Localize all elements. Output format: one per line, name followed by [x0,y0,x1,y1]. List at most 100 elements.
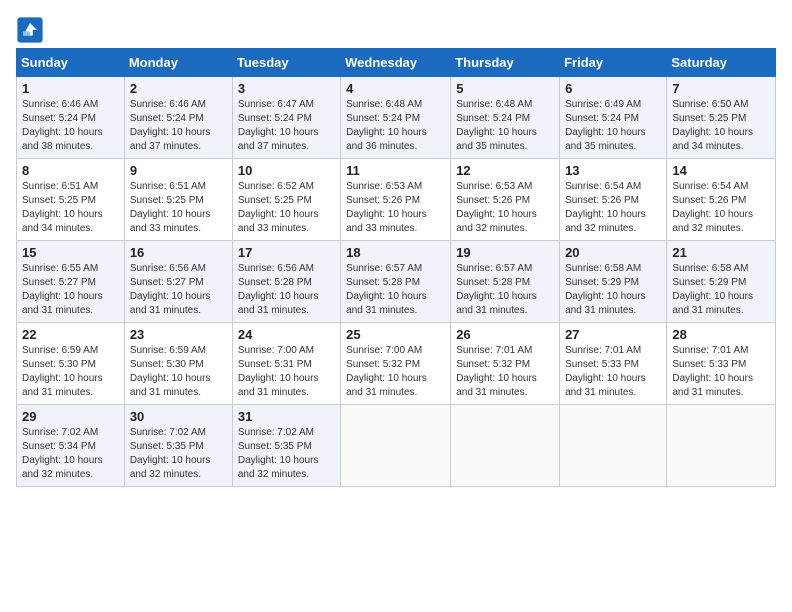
day-detail: Sunrise: 6:53 AMSunset: 5:26 PMDaylight:… [456,181,537,234]
day-number: 25 [346,327,445,342]
day-number: 10 [238,163,335,178]
day-detail: Sunrise: 6:57 AMSunset: 5:28 PMDaylight:… [346,263,427,316]
calendar-cell [451,405,560,487]
calendar-cell: 12 Sunrise: 6:53 AMSunset: 5:26 PMDayligh… [451,159,560,241]
day-number: 9 [130,163,227,178]
calendar-table: SundayMondayTuesdayWednesdayThursdayFrid… [16,48,776,487]
day-detail: Sunrise: 6:50 AMSunset: 5:25 PMDaylight:… [672,99,753,152]
calendar-day-header: Saturday [667,49,776,77]
page-header [16,16,776,44]
day-number: 6 [565,81,661,96]
calendar-day-header: Thursday [451,49,560,77]
day-detail: Sunrise: 6:46 AMSunset: 5:24 PMDaylight:… [22,99,103,152]
day-number: 8 [22,163,119,178]
day-number: 23 [130,327,227,342]
day-detail: Sunrise: 7:02 AMSunset: 5:35 PMDaylight:… [238,427,319,480]
calendar-cell: 7 Sunrise: 6:50 AMSunset: 5:25 PMDaylight… [667,77,776,159]
calendar-body: 1 Sunrise: 6:46 AMSunset: 5:24 PMDaylight… [17,77,776,487]
day-number: 29 [22,409,119,424]
day-detail: Sunrise: 6:52 AMSunset: 5:25 PMDaylight:… [238,181,319,234]
calendar-cell: 26 Sunrise: 7:01 AMSunset: 5:32 PMDayligh… [451,323,560,405]
day-number: 2 [130,81,227,96]
calendar-cell: 17 Sunrise: 6:56 AMSunset: 5:28 PMDayligh… [232,241,340,323]
day-number: 24 [238,327,335,342]
calendar-cell: 27Sunrise: 7:01 AMSunset: 5:33 PMDayligh… [560,323,667,405]
calendar-cell: 4Sunrise: 6:48 AMSunset: 5:24 PMDaylight… [341,77,451,159]
day-detail: Sunrise: 7:00 AMSunset: 5:31 PMDaylight:… [238,345,319,398]
calendar-cell: 16Sunrise: 6:56 AMSunset: 5:27 PMDayligh… [124,241,232,323]
calendar-cell: 28 Sunrise: 7:01 AMSunset: 5:33 PMDayligh… [667,323,776,405]
calendar-cell: 6Sunrise: 6:49 AMSunset: 5:24 PMDaylight… [560,77,667,159]
day-detail: Sunrise: 6:56 AMSunset: 5:28 PMDaylight:… [238,263,319,316]
day-number: 3 [238,81,335,96]
day-detail: Sunrise: 6:59 AMSunset: 5:30 PMDaylight:… [130,345,211,398]
day-detail: Sunrise: 6:59 AMSunset: 5:30 PMDaylight:… [22,345,103,398]
day-number: 19 [456,245,554,260]
day-number: 11 [346,163,445,178]
day-number: 18 [346,245,445,260]
calendar-cell: 30 Sunrise: 7:02 AMSunset: 5:35 PMDayligh… [124,405,232,487]
calendar-day-header: Wednesday [341,49,451,77]
day-detail: Sunrise: 7:01 AMSunset: 5:32 PMDaylight:… [456,345,537,398]
calendar-cell: 21Sunrise: 6:58 AMSunset: 5:29 PMDayligh… [667,241,776,323]
day-number: 20 [565,245,661,260]
calendar-cell: 18 Sunrise: 6:57 AMSunset: 5:28 PMDayligh… [341,241,451,323]
day-number: 5 [456,81,554,96]
calendar-cell: 24 Sunrise: 7:00 AMSunset: 5:31 PMDayligh… [232,323,340,405]
day-detail: Sunrise: 6:54 AMSunset: 5:26 PMDaylight:… [565,181,646,234]
day-number: 14 [672,163,770,178]
calendar-cell: 15Sunrise: 6:55 AMSunset: 5:27 PMDayligh… [17,241,125,323]
day-detail: Sunrise: 7:00 AMSunset: 5:32 PMDaylight:… [346,345,427,398]
calendar-week-row: 15Sunrise: 6:55 AMSunset: 5:27 PMDayligh… [17,241,776,323]
day-number: 13 [565,163,661,178]
day-number: 1 [22,81,119,96]
calendar-cell: 9 Sunrise: 6:51 AMSunset: 5:25 PMDaylight… [124,159,232,241]
calendar-week-row: 29 Sunrise: 7:02 AMSunset: 5:34 PMDayligh… [17,405,776,487]
calendar-cell: 29 Sunrise: 7:02 AMSunset: 5:34 PMDayligh… [17,405,125,487]
calendar-cell [560,405,667,487]
logo [16,16,48,44]
day-number: 26 [456,327,554,342]
calendar-cell: 14 Sunrise: 6:54 AMSunset: 5:26 PMDayligh… [667,159,776,241]
day-detail: Sunrise: 7:02 AMSunset: 5:34 PMDaylight:… [22,427,103,480]
calendar-cell: 8 Sunrise: 6:51 AMSunset: 5:25 PMDaylight… [17,159,125,241]
calendar-cell: 3 Sunrise: 6:47 AMSunset: 5:24 PMDaylight… [232,77,340,159]
calendar-cell [341,405,451,487]
day-number: 17 [238,245,335,260]
day-detail: Sunrise: 6:53 AMSunset: 5:26 PMDaylight:… [346,181,427,234]
calendar-cell: 31 Sunrise: 7:02 AMSunset: 5:35 PMDayligh… [232,405,340,487]
day-detail: Sunrise: 6:57 AMSunset: 5:28 PMDaylight:… [456,263,537,316]
calendar-cell: 11 Sunrise: 6:53 AMSunset: 5:26 PMDayligh… [341,159,451,241]
day-number: 30 [130,409,227,424]
calendar-header-row: SundayMondayTuesdayWednesdayThursdayFrid… [17,49,776,77]
day-number: 4 [346,81,445,96]
calendar-cell: 2 Sunrise: 6:46 AMSunset: 5:24 PMDaylight… [124,77,232,159]
calendar-day-header: Sunday [17,49,125,77]
day-detail: Sunrise: 7:02 AMSunset: 5:35 PMDaylight:… [130,427,211,480]
calendar-week-row: 22Sunrise: 6:59 AMSunset: 5:30 PMDayligh… [17,323,776,405]
day-number: 28 [672,327,770,342]
calendar-cell: 19 Sunrise: 6:57 AMSunset: 5:28 PMDayligh… [451,241,560,323]
day-detail: Sunrise: 7:01 AMSunset: 5:33 PMDaylight:… [672,345,753,398]
calendar-cell: 5 Sunrise: 6:48 AMSunset: 5:24 PMDaylight… [451,77,560,159]
day-detail: Sunrise: 6:47 AMSunset: 5:24 PMDaylight:… [238,99,319,152]
day-number: 7 [672,81,770,96]
day-detail: Sunrise: 7:01 AMSunset: 5:33 PMDaylight:… [565,345,646,398]
calendar-cell [667,405,776,487]
day-number: 31 [238,409,335,424]
calendar-week-row: 8 Sunrise: 6:51 AMSunset: 5:25 PMDaylight… [17,159,776,241]
day-detail: Sunrise: 6:48 AMSunset: 5:24 PMDaylight:… [456,99,537,152]
day-number: 12 [456,163,554,178]
day-number: 16 [130,245,227,260]
day-detail: Sunrise: 6:54 AMSunset: 5:26 PMDaylight:… [672,181,753,234]
logo-icon [16,16,44,44]
calendar-day-header: Tuesday [232,49,340,77]
day-detail: Sunrise: 6:46 AMSunset: 5:24 PMDaylight:… [130,99,211,152]
day-detail: Sunrise: 6:51 AMSunset: 5:25 PMDaylight:… [130,181,211,234]
calendar-week-row: 1 Sunrise: 6:46 AMSunset: 5:24 PMDaylight… [17,77,776,159]
calendar-cell: 13 Sunrise: 6:54 AMSunset: 5:26 PMDayligh… [560,159,667,241]
calendar-day-header: Friday [560,49,667,77]
calendar-cell: 20Sunrise: 6:58 AMSunset: 5:29 PMDayligh… [560,241,667,323]
day-detail: Sunrise: 6:58 AMSunset: 5:29 PMDaylight:… [672,263,753,316]
day-detail: Sunrise: 6:51 AMSunset: 5:25 PMDaylight:… [22,181,103,234]
